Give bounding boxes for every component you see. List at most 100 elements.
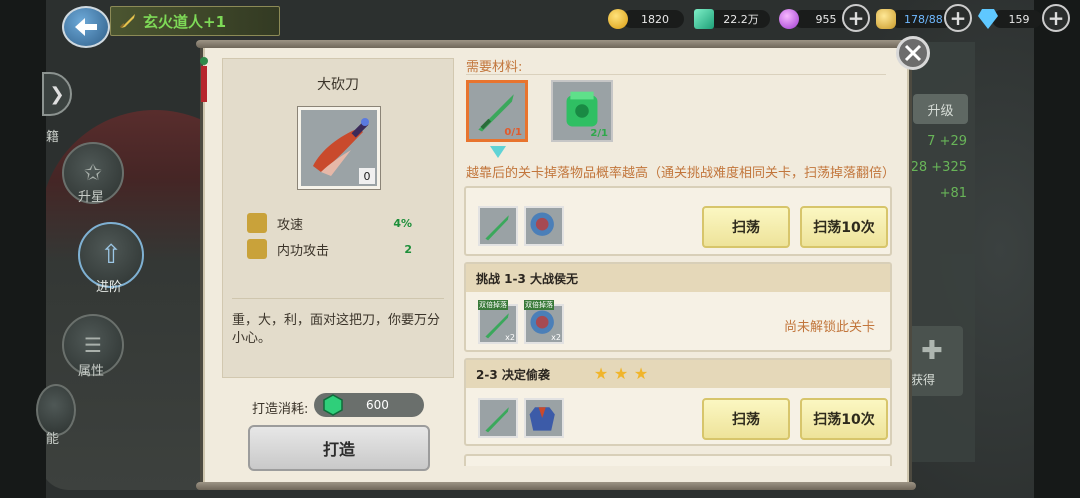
stage-card: 2-3 决定偷袭 ★ ★ ★ 扫荡 扫荡10次	[464, 358, 892, 446]
forge-cost-label: 打造消耗:	[252, 402, 309, 417]
drop-item-orb[interactable]	[524, 206, 564, 246]
inner-attack-icon	[247, 239, 267, 259]
diamond-counter: 159	[978, 8, 1042, 30]
sweep-10-button[interactable]: 扫荡10次	[800, 206, 888, 248]
blue-orb-icon	[530, 212, 554, 236]
stage-header: 2-3 决定偷袭 ★ ★ ★	[466, 360, 890, 388]
materials-divider	[466, 74, 886, 75]
stamina-counter: 178/88	[876, 8, 953, 30]
double-drop-tag: 双倍掉落	[478, 300, 508, 310]
stage-stars: ★ ★ ★	[594, 366, 650, 382]
materials-title: 需要材料:	[466, 60, 523, 75]
upgrade-button[interactable]: 升级	[913, 94, 968, 124]
plus-icon: +	[949, 6, 967, 30]
double-drop-tag: 双倍掉落	[524, 300, 554, 310]
forge-cost-value: 600	[366, 398, 389, 412]
gold-coin-icon	[608, 9, 628, 29]
stage-list[interactable]: 扫荡 扫荡10次 挑战 1-3 大战侯无 双倍掉落 x2 双倍掉落 x2 尚未解…	[462, 186, 896, 466]
material-slot-armor[interactable]: 2/1	[551, 80, 613, 142]
stat-label: 攻速	[277, 217, 304, 233]
list-icon: ☰	[84, 333, 102, 357]
menu-label-star: 升星	[78, 190, 105, 205]
divider	[232, 298, 444, 299]
material-count: 0/1	[504, 127, 522, 138]
plus-icon: +	[1047, 6, 1065, 30]
drop-multiplier: x2	[505, 333, 515, 342]
sweep-button[interactable]: 扫荡	[702, 206, 790, 248]
attack-speed-icon	[247, 213, 267, 233]
back-button[interactable]	[62, 6, 110, 48]
jade-gem-icon	[323, 394, 343, 416]
sweep-button[interactable]: 扫荡	[702, 398, 790, 440]
menu-label-skill: 能	[46, 432, 60, 447]
material-count: 2/1	[590, 128, 608, 139]
close-dialog-button[interactable]	[896, 36, 930, 70]
star-icon: ✩	[83, 160, 103, 186]
jade-counter: 22.2万	[694, 8, 770, 30]
drop-item-orb[interactable]: 双倍掉落 x2	[524, 300, 564, 344]
sweep-10-button[interactable]: 扫荡10次	[800, 398, 888, 440]
add-diamond-button[interactable]: +	[1042, 4, 1070, 32]
back-arrow-icon	[75, 18, 97, 36]
attr-value-2: 28 +325	[910, 160, 967, 175]
plus-icon: +	[847, 6, 865, 30]
item-count: 0	[359, 168, 375, 184]
drop-item-sword[interactable]: 双倍掉落 x2	[478, 300, 518, 344]
diamond-value: 159	[992, 10, 1042, 28]
material-slot-sword[interactable]: 0/1	[466, 80, 528, 142]
gold-counter: 1820	[608, 8, 684, 30]
menu-label-attribute: 属性	[78, 364, 105, 379]
right-margin	[1034, 0, 1080, 498]
jade-value: 22.2万	[708, 10, 770, 28]
forge-cost-box: 600	[314, 393, 424, 417]
attr-value-1: 7 +29	[927, 134, 967, 149]
stage-card-partial	[464, 454, 892, 466]
advance-arrow-icon: ⇧	[100, 240, 122, 270]
item-icon-frame[interactable]: 0	[297, 106, 381, 190]
star-icon: ★	[613, 364, 629, 383]
jade-icon	[694, 9, 714, 29]
jade-sword-icon	[485, 407, 509, 433]
plus-icon: ✚	[921, 336, 943, 366]
menu-label-prev: 籍	[46, 130, 60, 145]
close-icon	[904, 44, 922, 62]
stat-label: 内功攻击	[277, 243, 330, 259]
drop-item-sword[interactable]	[478, 398, 518, 438]
stage-title: 2-3 决定偷袭	[476, 367, 550, 382]
stat-row-inner-attack: 内功攻击 2	[247, 238, 412, 260]
scroll-rod-bottom	[196, 482, 916, 490]
item-description: 重，大，利，面对这把刀，你要万分小心。	[232, 313, 441, 346]
stage-locked-text: 尚未解锁此关卡	[784, 320, 876, 335]
stage-card: 挑战 1-3 大战侯无 双倍掉落 x2 双倍掉落 x2 尚未解锁此关卡	[464, 262, 892, 352]
obtain-label: 获得	[911, 373, 936, 387]
tassel-icon	[200, 57, 208, 102]
star-icon: ★	[633, 364, 649, 383]
item-name: 大砍刀	[317, 77, 359, 93]
stage-card: 扫荡 扫荡10次	[464, 186, 892, 256]
stat-value: 2	[404, 242, 412, 256]
stage-title: 挑战 1-3 大战侯无	[466, 264, 890, 292]
jade-sword-icon	[485, 215, 509, 241]
robe-icon	[529, 407, 555, 431]
sword-icon	[119, 14, 135, 29]
attr-value-3: +81	[939, 186, 967, 201]
menu-label-advance: 进阶	[96, 280, 123, 295]
stat-value: 4%	[393, 216, 412, 230]
gold-value: 1820	[622, 10, 684, 28]
stamina-icon	[876, 9, 896, 29]
drop-item-robe[interactable]	[524, 398, 564, 438]
drop-hint: 越靠后的关卡掉落物品概率越高（通关挑战难度相同关卡，扫荡掉落翻倍）	[466, 166, 896, 181]
scroll-rod-top	[196, 40, 916, 48]
stat-row-attack-speed: 攻速 4%	[247, 212, 412, 234]
star-icon: ★	[593, 364, 609, 383]
drop-item-sword[interactable]	[478, 206, 518, 246]
orb-icon	[779, 9, 799, 29]
chevron-right-icon: ❯	[49, 83, 65, 105]
forge-button[interactable]: 打造	[248, 425, 430, 471]
add-stamina-button[interactable]: +	[944, 4, 972, 32]
drop-multiplier: x2	[551, 333, 561, 342]
hero-name-tag: 玄火道人+1	[110, 6, 280, 36]
add-orb-button[interactable]: +	[842, 4, 870, 32]
obtain-button[interactable]: ✚ 获得	[905, 326, 963, 396]
hero-name: 玄火道人+1	[143, 12, 227, 31]
